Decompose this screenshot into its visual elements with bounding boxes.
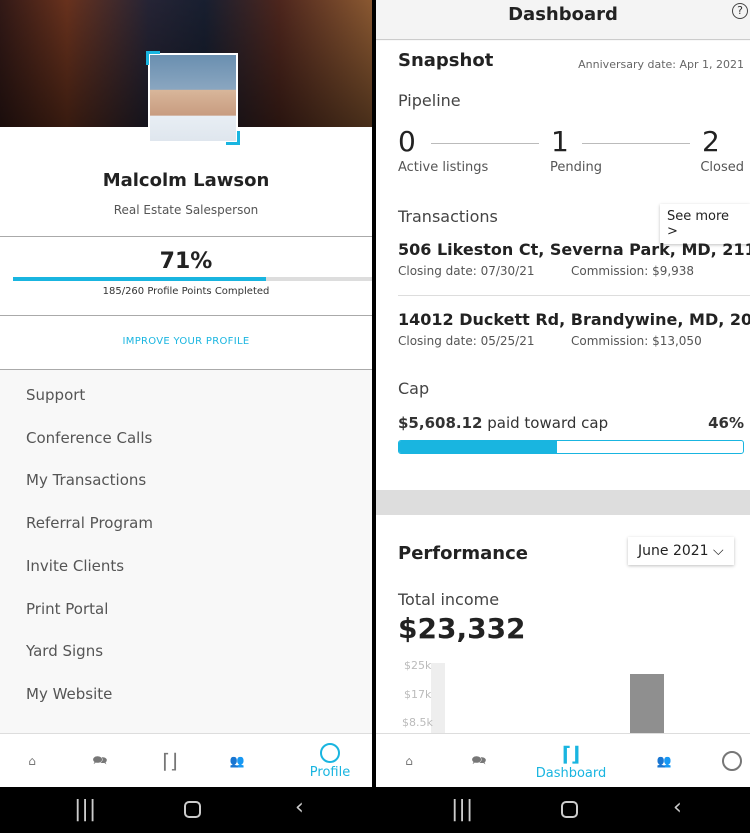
- profile-progress-bar: [13, 277, 372, 281]
- see-more-button[interactable]: See more >: [660, 204, 750, 244]
- nav-home[interactable]: ⌂: [12, 734, 52, 787]
- nav-profile[interactable]: [714, 734, 750, 787]
- people-icon: 👥: [656, 754, 672, 768]
- menu-item[interactable]: Support: [26, 386, 85, 404]
- home-icon: ⌂: [405, 754, 413, 768]
- cap-amount: $5,608.12: [398, 414, 483, 432]
- home-icon: ⌂: [28, 754, 36, 768]
- transaction-address[interactable]: 506 Likeston Ct, Severna Park, MD, 211..…: [398, 240, 750, 259]
- nav-profile[interactable]: Profile: [300, 734, 360, 787]
- snapshot-title: Snapshot: [398, 50, 494, 71]
- transaction-address[interactable]: 14012 Duckett Rd, Brandywine, MD, 20...: [398, 310, 750, 329]
- menu-item[interactable]: Print Portal: [26, 600, 108, 618]
- active-label: Active listings: [398, 160, 489, 175]
- recent-apps-icon[interactable]: |||: [74, 797, 96, 822]
- closed-count: 2: [702, 125, 720, 158]
- chat-icon: 🗪: [471, 752, 487, 767]
- profile-name: Malcolm Lawson: [102, 170, 270, 191]
- recent-apps-icon[interactable]: |||: [451, 797, 473, 822]
- back-icon[interactable]: ‹: [673, 795, 682, 820]
- nav-contacts[interactable]: 👥: [217, 734, 257, 787]
- performance-title: Performance: [398, 543, 528, 564]
- cap-percent: 46%: [708, 414, 744, 432]
- nav-contacts[interactable]: 👥: [644, 734, 684, 787]
- chart-bar: [630, 674, 664, 733]
- total-income-label: Total income: [398, 590, 500, 609]
- profile-role: Real Estate Salesperson: [113, 203, 259, 217]
- nav-messages[interactable]: 🗪: [459, 734, 499, 787]
- pipeline-arrow: [582, 143, 690, 144]
- transaction-commission: Commission: $13,050: [571, 334, 702, 348]
- home-button-icon[interactable]: [184, 801, 201, 818]
- total-income-value: $23,332: [398, 612, 526, 645]
- system-nav-bar: ||| ‹ ||| ‹: [0, 787, 750, 833]
- pending-count: 1: [551, 125, 569, 158]
- nav-dashboard[interactable]: ⌈⌋ Dashboard: [531, 734, 611, 787]
- nav-profile-label: Profile: [309, 764, 351, 780]
- transaction-closing-date: Closing date: 05/25/21: [398, 334, 535, 348]
- chevron-down-icon: ⌵: [713, 543, 724, 559]
- y-tick: $17k: [404, 688, 432, 701]
- profile-points: 185/260 Profile Points Completed: [102, 286, 270, 297]
- pending-label: Pending: [550, 160, 602, 175]
- y-tick: $25k: [404, 659, 432, 672]
- profile-icon: [320, 742, 340, 763]
- nav-dashboard[interactable]: ⌈⌋: [150, 734, 190, 787]
- menu-item[interactable]: Conference Calls: [26, 429, 152, 447]
- active-count: 0: [398, 125, 416, 158]
- profile-screen: Malcolm Lawson Real Estate Salesperson 7…: [0, 0, 372, 787]
- pipeline-title: Pipeline: [398, 91, 461, 110]
- transaction-closing-date: Closing date: 07/30/21: [398, 264, 535, 278]
- menu-item[interactable]: My Website: [26, 685, 112, 703]
- frame-corner-icon: [226, 131, 240, 145]
- home-button-icon[interactable]: [561, 801, 578, 818]
- month-select-value: June 2021: [638, 543, 709, 559]
- menu-item[interactable]: My Transactions: [26, 471, 146, 489]
- nav-messages[interactable]: 🗪: [80, 734, 120, 787]
- menu-item[interactable]: Referral Program: [26, 514, 153, 532]
- profile-icon: [722, 751, 742, 771]
- frame-corner-icon: [146, 51, 160, 65]
- nav-home[interactable]: ⌂: [389, 734, 429, 787]
- anniversary-date: Anniversary date: Apr 1, 2021: [578, 58, 744, 71]
- menu-item[interactable]: Invite Clients: [26, 557, 124, 575]
- transactions-title: Transactions: [398, 207, 498, 226]
- cap-title: Cap: [398, 379, 430, 398]
- dashboard-screen: Dashboard ? Snapshot Anniversary date: A…: [376, 0, 750, 787]
- help-icon[interactable]: ?: [732, 3, 748, 19]
- month-select[interactable]: June 2021 ⌵: [628, 537, 734, 565]
- page-title: Dashboard: [508, 4, 618, 25]
- dashboard-bracket-icon: ⌈⌋: [561, 741, 581, 766]
- avatar[interactable]: [148, 53, 238, 143]
- y-tick: $8.5k: [402, 716, 433, 729]
- menu-item[interactable]: Yard Signs: [26, 642, 103, 660]
- bottom-nav: ⌂ 🗪 ⌈⌋ Dashboard 👥: [376, 733, 750, 787]
- nav-dashboard-label: Dashboard: [535, 765, 607, 781]
- improve-profile-link[interactable]: IMPROVE YOUR PROFILE: [0, 336, 372, 347]
- closed-label: Closed: [700, 160, 744, 175]
- back-icon[interactable]: ‹: [295, 795, 304, 820]
- profile-percent: 71%: [159, 249, 213, 274]
- chat-icon: 🗪: [92, 752, 108, 767]
- pipeline-arrow: [431, 143, 539, 144]
- transaction-commission: Commission: $9,938: [571, 264, 695, 278]
- dashboard-bracket-icon: ⌈⌋: [162, 749, 178, 773]
- people-icon: 👥: [229, 754, 245, 768]
- bottom-nav: ⌂ 🗪 ⌈⌋ 👥 Profile: [0, 733, 372, 787]
- cap-text: paid toward cap: [487, 414, 609, 432]
- cap-progress-bar: [398, 440, 744, 454]
